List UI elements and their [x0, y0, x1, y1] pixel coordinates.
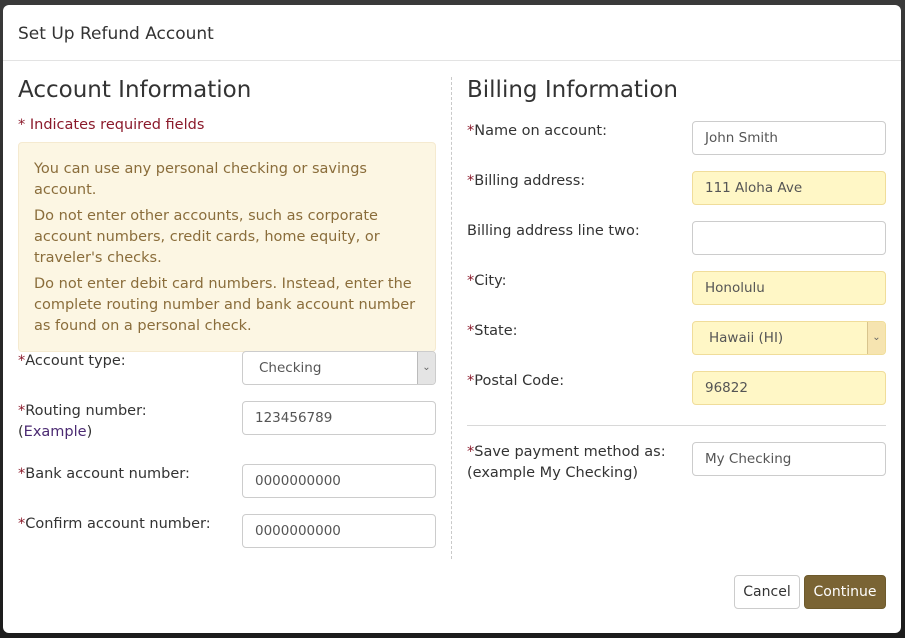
column-divider — [451, 77, 452, 559]
account-type-label: *Account type: — [18, 351, 126, 372]
bank-account-input[interactable]: 0000000000 — [242, 464, 436, 498]
name-on-account-input[interactable]: John Smith — [692, 121, 886, 155]
save-as-label: *Save payment method as: (example My Chec… — [467, 442, 666, 484]
notice-line: Do not enter debit card numbers. Instead… — [34, 276, 416, 334]
required-fields-note: * Indicates required fields — [18, 117, 205, 133]
label-text: Save payment method as: — [474, 444, 666, 460]
account-notice: You can use any personal checking or sav… — [18, 142, 436, 352]
cancel-button[interactable]: Cancel — [734, 575, 800, 609]
save-as-hint: (example My Checking) — [467, 465, 639, 481]
label-text: Routing number: — [25, 403, 147, 419]
dialog-title: Set Up Refund Account — [3, 5, 901, 61]
refund-account-dialog: Set Up Refund Account Account Informatio… — [3, 5, 901, 633]
notice-line: Do not enter other accounts, such as cor… — [34, 208, 380, 266]
billing-address-2-input[interactable] — [692, 221, 886, 255]
city-label: *City: — [467, 271, 507, 292]
section-divider — [467, 425, 886, 426]
city-input[interactable]: Honolulu — [692, 271, 886, 305]
chevron-down-icon[interactable]: ⌄ — [417, 352, 435, 384]
billing-information-section: Billing Information *Name on account: Jo… — [467, 77, 887, 481]
state-value: Hawaii (HI) — [709, 330, 784, 346]
label-text: Bank account number: — [25, 466, 190, 482]
postal-code-input[interactable]: 96822 — [692, 371, 886, 405]
billing-address-2-label: Billing address line two: — [467, 223, 640, 239]
account-type-value: Checking — [259, 360, 322, 376]
account-information-section: Account Information * Indicates required… — [18, 77, 436, 548]
state-select[interactable]: Hawaii (HI) ⌄ — [692, 321, 886, 355]
chevron-down-icon[interactable]: ⌄ — [867, 322, 885, 354]
label-text: Account type: — [25, 353, 126, 369]
billing-address-label: *Billing address: — [467, 171, 585, 192]
routing-example-link[interactable]: Example — [24, 424, 87, 440]
bank-account-label: *Bank account number: — [18, 464, 190, 485]
label-text: Confirm account number: — [25, 516, 211, 532]
label-text: State: — [474, 323, 518, 339]
notice-line: You can use any personal checking or sav… — [34, 161, 367, 198]
confirm-account-label: *Confirm account number: — [18, 514, 211, 535]
account-type-select[interactable]: Checking ⌄ — [242, 351, 436, 385]
account-information-heading: Account Information — [18, 77, 252, 103]
label-text: Postal Code: — [474, 373, 565, 389]
name-on-account-label: *Name on account: — [467, 121, 607, 142]
state-label: *State: — [467, 321, 518, 342]
postal-code-label: *Postal Code: — [467, 371, 564, 392]
routing-number-label: *Routing number: (Example) — [18, 403, 147, 440]
billing-address-input[interactable]: 111 Aloha Ave — [692, 171, 886, 205]
confirm-account-input[interactable]: 0000000000 — [242, 514, 436, 548]
routing-number-input[interactable]: 123456789 — [242, 401, 436, 435]
label-text: Name on account: — [474, 123, 607, 139]
save-as-input[interactable]: My Checking — [692, 442, 886, 476]
label-text: Billing address: — [474, 173, 586, 189]
billing-information-heading: Billing Information — [467, 77, 678, 103]
label-text: City: — [474, 273, 507, 289]
continue-button[interactable]: Continue — [804, 575, 886, 609]
